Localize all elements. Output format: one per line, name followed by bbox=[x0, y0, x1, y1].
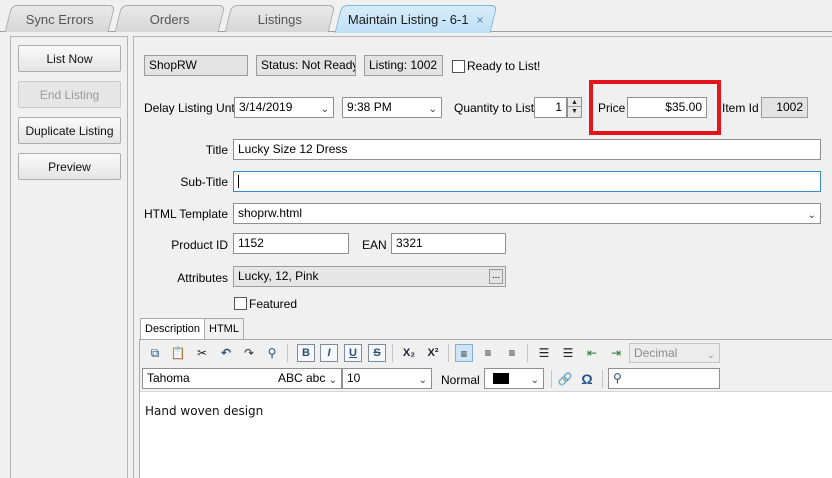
bulleted-list-icon[interactable]: ☰ bbox=[535, 344, 553, 362]
subscript-icon[interactable]: X₂ bbox=[400, 344, 418, 362]
description-content[interactable]: Hand woven design bbox=[145, 404, 263, 418]
chevron-down-icon: ⌄ bbox=[418, 375, 427, 386]
superscript-icon[interactable]: X² bbox=[424, 344, 442, 362]
bold-icon[interactable]: B bbox=[297, 344, 315, 362]
align-right-icon[interactable]: ≡ bbox=[503, 344, 521, 362]
list-format-select: Decimal ⌄ bbox=[629, 343, 720, 363]
listing-number-field: Listing: 1002 bbox=[364, 55, 443, 76]
tab-orders[interactable]: Orders bbox=[114, 5, 226, 32]
find-input[interactable]: ⚲ bbox=[608, 368, 720, 389]
html-template-label: HTML Template bbox=[143, 207, 228, 221]
close-icon[interactable]: × bbox=[477, 13, 484, 27]
toolbar-divider bbox=[602, 370, 603, 388]
chevron-down-icon: ⌄ bbox=[530, 375, 539, 386]
text-cursor bbox=[238, 175, 239, 189]
status-field: Status: Not Ready bbox=[256, 55, 356, 76]
paste-icon[interactable]: 📋 bbox=[169, 344, 187, 362]
editor-toolbar-format: Tahoma ABC abc ⌄ 10 ⌄ Normal ⌄ 🔗 Ω ⚲ bbox=[140, 366, 832, 392]
ready-to-list-label: Ready to List! bbox=[467, 59, 541, 73]
item-id-field: 1002 bbox=[761, 97, 808, 118]
link-icon[interactable]: 🔗 bbox=[556, 370, 574, 388]
spin-up-icon[interactable]: ▲ bbox=[568, 98, 581, 107]
font-size-value: 10 bbox=[347, 371, 361, 385]
title-label: Title bbox=[205, 143, 228, 157]
font-family-select[interactable]: Tahoma ABC abc ⌄ bbox=[142, 368, 342, 389]
quantity-stepper[interactable]: 1 bbox=[534, 97, 567, 118]
subtitle-label: Sub-Title bbox=[180, 175, 228, 189]
ean-label: EAN bbox=[362, 238, 387, 252]
quantity-label: Quantity to List bbox=[454, 101, 535, 115]
action-panel: List Now End Listing Duplicate Listing P… bbox=[10, 36, 128, 478]
align-center-icon[interactable]: ≡ bbox=[479, 344, 497, 362]
tab-html[interactable]: HTML bbox=[204, 318, 244, 339]
editor-toolbar-primary: ⧉ 📋 ✂ ↶ ↷ ⚲ B I U S X₂ X² ≡ ≡ ≡ ☰ ☰ ⇤ ⇥ … bbox=[140, 340, 832, 366]
tab-maintain-listing[interactable]: Maintain Listing - 6-1 × bbox=[334, 5, 498, 33]
duplicate-listing-button[interactable]: Duplicate Listing bbox=[18, 117, 121, 144]
search-icon: ⚲ bbox=[613, 371, 622, 385]
tab-sync-errors[interactable]: Sync Errors bbox=[4, 5, 116, 32]
list-now-button[interactable]: List Now bbox=[18, 45, 121, 72]
underline-icon[interactable]: U bbox=[344, 344, 362, 362]
toolbar-divider bbox=[287, 344, 288, 362]
chevron-down-icon: ⌄ bbox=[320, 104, 329, 115]
numbered-list-icon[interactable]: ☰ bbox=[559, 344, 577, 362]
attributes-label: Attributes bbox=[177, 271, 228, 285]
attributes-value: Lucky, 12, Pink bbox=[238, 269, 319, 283]
redo-icon[interactable]: ↷ bbox=[240, 344, 258, 362]
toolbar-divider bbox=[392, 344, 393, 362]
tab-bar: Sync Errors Orders Listings Maintain Lis… bbox=[0, 0, 832, 33]
paragraph-style-label: Normal bbox=[441, 373, 480, 387]
html-template-select[interactable]: shoprw.html ⌄ bbox=[233, 203, 821, 224]
chevron-down-icon: ⌄ bbox=[328, 375, 337, 386]
tab-listings[interactable]: Listings bbox=[224, 5, 336, 32]
end-listing-button: End Listing bbox=[18, 81, 121, 108]
find-icon[interactable]: ⚲ bbox=[263, 344, 281, 362]
delay-time-value: 9:38 PM bbox=[347, 100, 392, 114]
tab-maintain-listing-label: Maintain Listing - 6-1 bbox=[348, 12, 469, 27]
list-format-value: Decimal bbox=[634, 346, 678, 360]
chevron-down-icon: ⌄ bbox=[706, 350, 715, 361]
italic-icon[interactable]: I bbox=[320, 344, 338, 362]
item-id-label: Item Id bbox=[722, 101, 759, 115]
tab-description[interactable]: Description bbox=[140, 318, 206, 339]
subtitle-input[interactable] bbox=[233, 171, 821, 192]
font-preview: ABC abc bbox=[278, 371, 326, 385]
ready-to-list-checkbox[interactable] bbox=[452, 60, 465, 73]
store-field: ShopRW bbox=[144, 55, 248, 76]
spin-down-icon[interactable]: ▼ bbox=[568, 107, 581, 116]
featured-label: Featured bbox=[249, 297, 298, 311]
price-highlight-box bbox=[589, 80, 721, 135]
product-id-input[interactable]: 1152 bbox=[233, 233, 349, 254]
undo-icon[interactable]: ↶ bbox=[217, 344, 235, 362]
delay-listing-label: Delay Listing Until bbox=[144, 101, 241, 115]
color-swatch bbox=[493, 373, 509, 384]
toolbar-divider bbox=[448, 344, 449, 362]
featured-checkbox[interactable] bbox=[234, 297, 247, 310]
html-template-value: shoprw.html bbox=[238, 206, 303, 220]
special-character-icon[interactable]: Ω bbox=[578, 370, 596, 388]
delay-time-picker[interactable]: 9:38 PM ⌄ bbox=[342, 97, 442, 118]
align-left-icon[interactable]: ≡ bbox=[455, 344, 473, 362]
font-family-value: Tahoma bbox=[147, 371, 190, 385]
chevron-down-icon: ⌄ bbox=[807, 210, 816, 221]
quantity-spinner[interactable]: ▲ ▼ bbox=[567, 97, 582, 118]
copy-icon[interactable]: ⧉ bbox=[146, 344, 164, 362]
preview-button[interactable]: Preview bbox=[18, 153, 121, 180]
ean-input[interactable]: 3321 bbox=[391, 233, 506, 254]
text-color-select[interactable]: ⌄ bbox=[484, 368, 544, 389]
attributes-field: Lucky, 12, Pink ... bbox=[233, 266, 506, 287]
indent-icon[interactable]: ⇥ bbox=[607, 344, 625, 362]
font-size-select[interactable]: 10 ⌄ bbox=[342, 368, 432, 389]
cut-icon[interactable]: ✂ bbox=[193, 344, 211, 362]
strikethrough-icon[interactable]: S bbox=[368, 344, 386, 362]
delay-date-picker[interactable]: 3/14/2019 ⌄ bbox=[234, 97, 334, 118]
toolbar-divider bbox=[527, 344, 528, 362]
toolbar-divider bbox=[551, 370, 552, 388]
delay-date-value: 3/14/2019 bbox=[239, 100, 293, 114]
chevron-down-icon: ⌄ bbox=[428, 104, 437, 115]
attributes-edit-button[interactable]: ... bbox=[489, 269, 503, 284]
outdent-icon[interactable]: ⇤ bbox=[583, 344, 601, 362]
title-input[interactable]: Lucky Size 12 Dress bbox=[233, 139, 821, 160]
product-id-label: Product ID bbox=[171, 238, 228, 252]
